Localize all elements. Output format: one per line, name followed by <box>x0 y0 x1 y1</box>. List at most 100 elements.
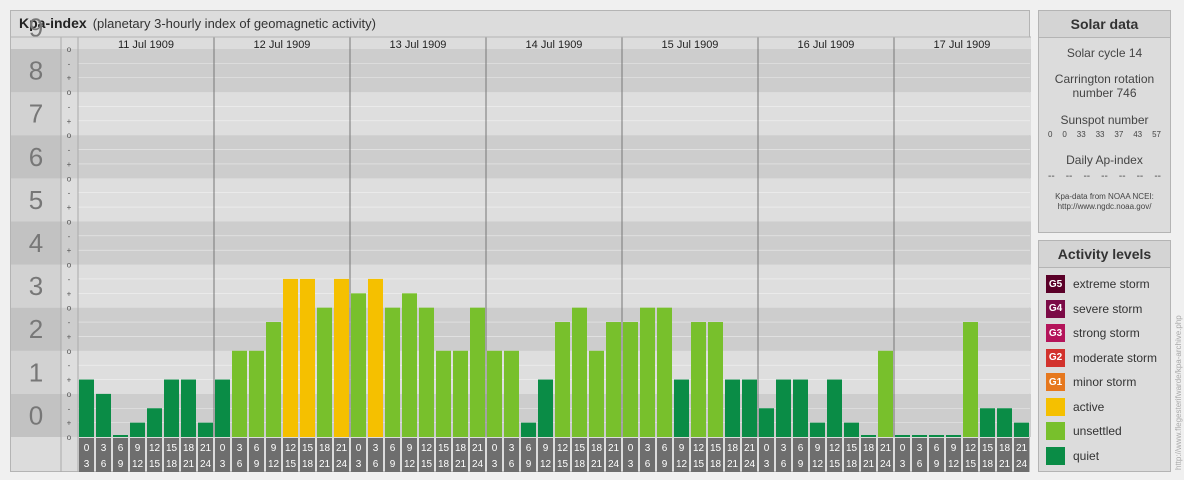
interval-start-label: 6 <box>118 443 124 454</box>
interval-start-label: 6 <box>254 443 260 454</box>
kp-bar <box>504 350 519 437</box>
interval-start-label: 21 <box>336 443 348 454</box>
ap-value: -- <box>1048 171 1055 182</box>
kp-bar <box>963 322 978 437</box>
ap-value: -- <box>1065 171 1073 182</box>
interval-start-label: 21 <box>744 443 756 454</box>
minor-tick-label: + <box>67 117 72 126</box>
legend-item: G3 strong storm <box>1039 321 1170 346</box>
sunspot-value: 33 <box>1076 130 1086 139</box>
interval-end-label: 24 <box>1016 459 1028 470</box>
day-label: 12 Jul 1909 <box>254 39 311 51</box>
interval-end-label: 21 <box>591 459 603 470</box>
interval-end-label: 9 <box>798 459 804 470</box>
interval-start-label: 6 <box>798 443 804 454</box>
sunspot-value: 37 <box>1114 130 1124 139</box>
kp-bar <box>368 278 383 437</box>
kp-bar <box>776 379 791 437</box>
kp-bar <box>453 350 468 437</box>
y-tick-label: 9 <box>29 12 43 42</box>
y-tick-label: 2 <box>29 314 43 344</box>
kp-bar <box>317 307 332 437</box>
kp-bar <box>759 408 774 437</box>
carrington-line2: number 746 <box>1072 86 1137 100</box>
kp-bar <box>912 435 927 437</box>
minor-tick-label: o <box>67 304 72 313</box>
interval-start-label: 18 <box>727 443 739 454</box>
kp-bar <box>878 350 893 437</box>
interval-start-label: 12 <box>693 443 705 454</box>
watermark: http://www.flegesterifwarde/kpa-archive.… <box>1174 315 1183 470</box>
legend-label: minor storm <box>1073 375 1137 390</box>
interval-start-label: 6 <box>662 443 668 454</box>
kp-bar <box>419 307 434 437</box>
y-tick-label: 6 <box>29 142 43 172</box>
interval-start-label: 12 <box>421 443 433 454</box>
interval-end-label: 15 <box>421 459 433 470</box>
interval-start-label: 15 <box>438 443 450 454</box>
minor-tick-label: - <box>68 146 71 155</box>
interval-end-label: 6 <box>645 459 651 470</box>
kpa-chart-panel: Kpa-index (planetary 3-hourly index of ge… <box>10 10 1031 472</box>
minor-tick-label: - <box>68 275 71 284</box>
interval-end-label: 15 <box>557 459 569 470</box>
legend-swatch <box>1046 397 1065 416</box>
interval-end-label: 12 <box>948 459 960 470</box>
ap-value: -- <box>1101 171 1108 182</box>
minor-tick-label: + <box>67 74 72 83</box>
kp-bar <box>79 379 94 437</box>
kp-bar <box>572 307 587 437</box>
kp-bar <box>487 350 502 437</box>
interval-start-label: 6 <box>526 443 532 454</box>
interval-end-label: 12 <box>540 459 552 470</box>
y-tick-label: 8 <box>29 56 43 86</box>
interval-end-label: 18 <box>302 459 314 470</box>
day-label: 11 Jul 1909 <box>118 39 174 51</box>
y-tick-label: 5 <box>29 185 43 215</box>
minor-tick-label: + <box>67 246 72 255</box>
interval-end-label: 12 <box>812 459 824 470</box>
interval-start-label: 18 <box>455 443 467 454</box>
activity-levels-panel: Activity levels G5 extreme storm G4 severe … <box>1038 240 1171 472</box>
interval-end-label: 6 <box>237 459 243 470</box>
interval-end-label: 9 <box>254 459 260 470</box>
legend-item: G1 minor storm <box>1039 370 1170 395</box>
interval-end-label: 12 <box>676 459 688 470</box>
kp-band <box>11 178 1031 222</box>
legend-label: strong storm <box>1073 326 1140 341</box>
interval-end-label: 21 <box>183 459 195 470</box>
minor-tick-label: - <box>68 361 71 370</box>
legend-label: unsettled <box>1073 424 1122 439</box>
interval-end-label: 3 <box>84 459 90 470</box>
interval-start-label: 18 <box>999 443 1011 454</box>
y-tick-label: 1 <box>29 357 43 387</box>
interval-start-label: 9 <box>271 443 277 454</box>
kp-bar <box>640 307 655 437</box>
legend-item: G2 moderate storm <box>1039 346 1170 371</box>
minor-tick-label: - <box>68 404 71 413</box>
y-tick-label: 3 <box>29 271 43 301</box>
kp-bar <box>283 278 298 437</box>
legend-swatch: G1 <box>1046 373 1065 392</box>
interval-start-label: 9 <box>951 443 957 454</box>
interval-start-label: 9 <box>135 443 141 454</box>
y-tick-label: 0 <box>29 400 43 430</box>
minor-tick-label: + <box>67 203 72 212</box>
day-label: 17 Jul 1909 <box>934 39 991 51</box>
interval-start-label: 21 <box>608 443 620 454</box>
interval-end-label: 3 <box>356 459 362 470</box>
interval-start-label: 3 <box>373 443 379 454</box>
kp-bar <box>691 322 706 437</box>
interval-end-label: 9 <box>934 459 940 470</box>
interval-start-label: 15 <box>710 443 722 454</box>
interval-end-label: 3 <box>492 459 498 470</box>
source-url: http://www.ngdc.noaa.gov/ <box>1057 202 1152 211</box>
interval-start-label: 0 <box>220 443 226 454</box>
minor-tick-label: o <box>67 347 72 356</box>
interval-end-label: 21 <box>319 459 331 470</box>
legend-swatch: G3 <box>1046 324 1065 343</box>
legend-swatch: G4 <box>1046 299 1065 318</box>
kp-bar <box>402 293 417 437</box>
interval-end-label: 9 <box>526 459 532 470</box>
kp-bar <box>96 393 111 437</box>
